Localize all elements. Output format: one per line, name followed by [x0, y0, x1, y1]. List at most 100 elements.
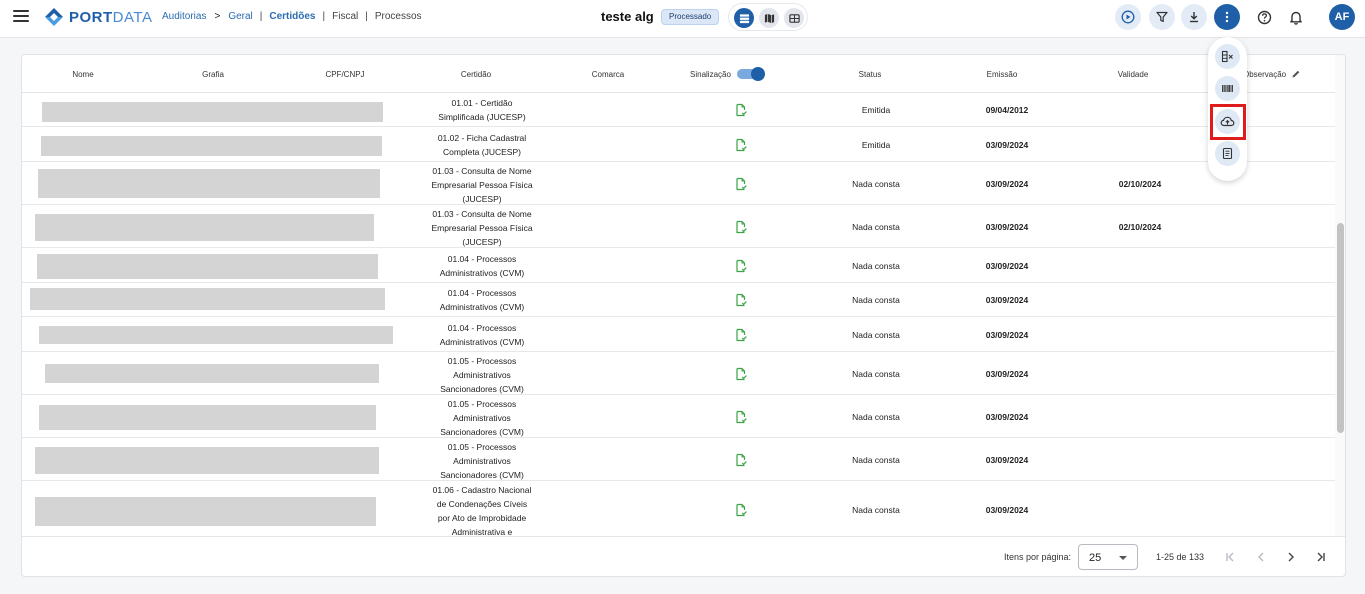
column-header-cpf-cnpj[interactable]: CPF/CNPJ: [325, 70, 364, 79]
last-page-icon: [1317, 552, 1325, 562]
table-row[interactable]: 01.06 - Cadastro Nacional de Condenações …: [22, 481, 1335, 536]
column-header-observacao[interactable]: Observação: [1243, 70, 1286, 79]
table-row[interactable]: 01.03 - Consulta de Nome Empresarial Pess…: [22, 205, 1335, 248]
certidao-line: Completa (JUCESP): [443, 147, 521, 157]
certidao-line: 01.01 - Certidão: [451, 98, 513, 108]
table-row[interactable]: 01.05 - Processos Administrativos Sanciona…: [22, 395, 1335, 438]
items-per-page-select[interactable]: 25: [1078, 544, 1138, 570]
map-view-button[interactable]: [759, 8, 779, 28]
document-check-icon[interactable]: [734, 138, 748, 152]
menu-icon[interactable]: [13, 10, 29, 24]
document-check-icon[interactable]: [734, 220, 748, 234]
column-header-status[interactable]: Status: [859, 70, 882, 79]
column-header-emissao[interactable]: Emissão: [987, 70, 1018, 79]
table-row[interactable]: 01.05 - Processos Administrativos Sanciona…: [22, 438, 1335, 481]
redacted-name-cell: [35, 214, 374, 241]
certidao-cell: 01.01 - Certidão Simplificada (JUCESP): [419, 96, 545, 124]
download-button[interactable]: [1181, 4, 1207, 30]
status-cell: Nada consta: [852, 505, 900, 515]
top-bar: PORTDATA Auditorias > Geral | Certidões …: [0, 0, 1365, 38]
emissao-cell: 09/04/2012: [985, 105, 1029, 115]
table-row[interactable]: 01.03 - Consulta de Nome Empresarial Pess…: [22, 162, 1335, 205]
document-check-icon[interactable]: [734, 103, 748, 117]
play-circle-icon: [1121, 10, 1135, 24]
emissao-cell: 03/09/2024: [985, 330, 1029, 340]
items-per-page-value: 25: [1089, 552, 1102, 564]
column-header-sinalizacao[interactable]: Sinalização: [690, 70, 731, 79]
column-header-grafia[interactable]: Grafia: [202, 70, 224, 79]
emissao-cell: 03/09/2024: [985, 222, 1029, 232]
certidao-line: Administrativos (CVM): [439, 268, 525, 278]
table-row[interactable]: 01.04 - Processos Administrativos (CVM) Na…: [22, 317, 1335, 352]
table-row[interactable]: 01.04 - Processos Administrativos (CVM) Na…: [22, 248, 1335, 283]
certidao-cell: 01.03 - Consulta de Nome Empresarial Pess…: [419, 164, 545, 206]
sinalizacao-toggle[interactable]: [737, 67, 765, 81]
document-check-icon[interactable]: [734, 453, 748, 467]
bell-icon: [1290, 11, 1302, 25]
certidao-cell: 01.03 - Consulta de Nome Empresarial Pess…: [419, 207, 545, 249]
status-cell: Nada consta: [852, 261, 900, 271]
logo[interactable]: PORTDATA: [44, 7, 152, 27]
column-header-validade[interactable]: Validade: [1118, 70, 1149, 79]
first-page-button[interactable]: [1218, 545, 1242, 569]
document-check-icon[interactable]: [734, 367, 748, 381]
next-page-button[interactable]: [1279, 545, 1303, 569]
certidao-line: (JUCESP): [462, 237, 502, 247]
table-row[interactable]: 01.04 - Processos Administrativos (CVM) Na…: [22, 283, 1335, 317]
certidao-line: de Condenações Cíveis: [436, 499, 528, 509]
breadcrumb-processos[interactable]: Processos: [375, 11, 422, 22]
pagination-bar: Itens por página: 25 1-25 de 133: [22, 536, 1345, 576]
remove-column-button[interactable]: [1215, 44, 1240, 69]
breadcrumb-fiscal[interactable]: Fiscal: [332, 11, 358, 22]
certidao-line: 01.04 - Processos: [447, 254, 517, 264]
column-header-nome[interactable]: Nome: [72, 70, 93, 79]
view-toggle-group: [728, 3, 808, 31]
document-check-icon[interactable]: [734, 410, 748, 424]
document-check-icon[interactable]: [734, 259, 748, 273]
help-button[interactable]: [1251, 4, 1277, 30]
document-check-icon[interactable]: [734, 328, 748, 342]
status-cell: Nada consta: [852, 179, 900, 189]
notifications-button[interactable]: [1283, 4, 1309, 30]
scrollbar-thumb[interactable]: [1337, 223, 1344, 433]
document-list-button[interactable]: [1215, 141, 1240, 166]
table-view-button[interactable]: [734, 8, 754, 28]
document-check-icon[interactable]: [734, 177, 748, 191]
filter-button[interactable]: [1149, 4, 1175, 30]
status-cell: Nada consta: [852, 412, 900, 422]
certidao-line: Administrativos: [453, 413, 511, 423]
column-header-comarca[interactable]: Comarca: [592, 70, 624, 79]
certidao-line: Empresarial Pessoa Física: [431, 223, 533, 233]
grid-icon: [788, 13, 800, 23]
grid-view-button[interactable]: [784, 8, 804, 28]
table-row[interactable]: 01.01 - Certidão Simplificada (JUCESP) Emi…: [22, 93, 1335, 127]
emissao-cell: 03/09/2024: [985, 505, 1029, 515]
breadcrumb-geral[interactable]: Geral: [228, 11, 252, 22]
more-options-button[interactable]: [1214, 4, 1240, 30]
document-check-icon[interactable]: [734, 503, 748, 517]
portdata-logo-icon: [45, 8, 63, 26]
certidao-line: 01.03 - Consulta de Nome: [432, 166, 532, 176]
certidao-line: Administrativa e: [451, 527, 513, 536]
play-button[interactable]: [1115, 4, 1141, 30]
table-row[interactable]: 01.05 - Processos Administrativos Sanciona…: [22, 352, 1335, 395]
last-page-button[interactable]: [1309, 545, 1333, 569]
breadcrumb: Auditorias > Geral | Certidões | Fiscal …: [162, 11, 422, 22]
certificates-table-card: Nome Grafia CPF/CNPJ Certidão Comarca Si…: [21, 54, 1346, 577]
certidao-line: 01.05 - Processos: [447, 442, 517, 452]
emissao-cell: 03/09/2024: [985, 369, 1029, 379]
certidao-line: Sancionadores (CVM): [440, 427, 524, 437]
breadcrumb-auditorias[interactable]: Auditorias: [162, 11, 206, 22]
more-vertical-icon: [1225, 11, 1229, 23]
column-header-certidao[interactable]: Certidão: [461, 70, 491, 79]
pencil-icon[interactable]: [1291, 69, 1301, 79]
redacted-name-cell: [38, 169, 380, 198]
certidao-line: Administrativos (CVM): [439, 337, 525, 347]
avatar[interactable]: AF: [1329, 4, 1355, 30]
previous-page-button[interactable]: [1249, 545, 1273, 569]
vertical-scrollbar[interactable]: [1335, 55, 1345, 536]
table-row[interactable]: 01.02 - Ficha Cadastral Completa (JUCESP)…: [22, 127, 1335, 162]
document-check-icon[interactable]: [734, 293, 748, 307]
barcode-button[interactable]: [1215, 76, 1240, 101]
breadcrumb-certidoes[interactable]: Certidões: [269, 11, 315, 22]
